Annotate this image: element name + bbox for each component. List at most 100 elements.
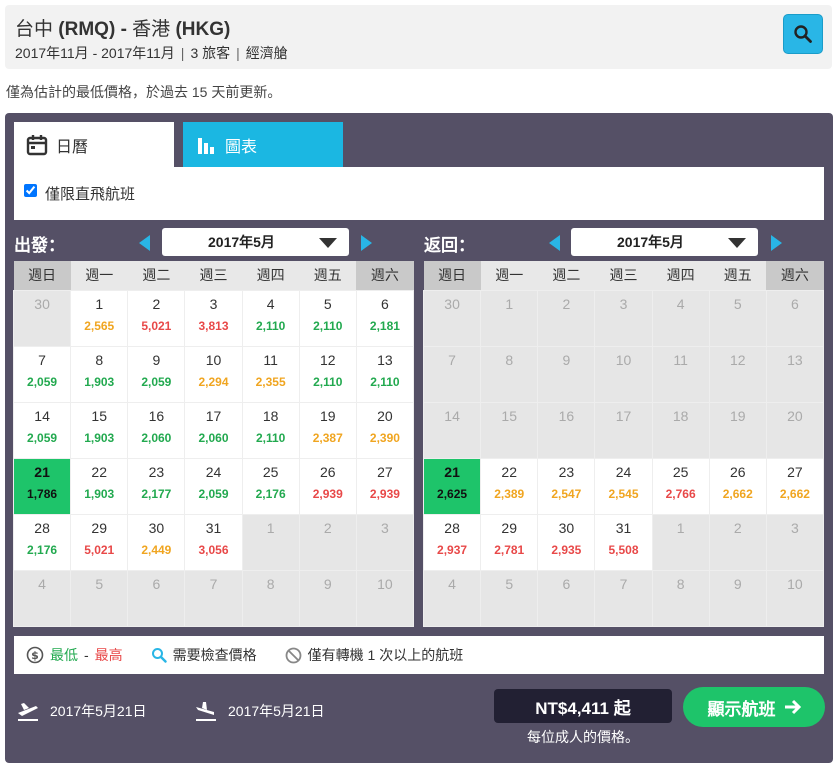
calendar-day[interactable]: 15 1,903 bbox=[70, 401, 129, 459]
depart-next-month-icon[interactable] bbox=[361, 235, 372, 251]
day-price: 2,059 bbox=[27, 374, 58, 389]
day-price: 2,662 bbox=[779, 486, 810, 501]
calendar-day[interactable]: 8 1,903 bbox=[70, 345, 129, 403]
calendar-day[interactable]: 26 2,939 bbox=[298, 457, 357, 515]
calendar-day[interactable]: 25 2,766 bbox=[651, 457, 710, 515]
calendar-day[interactable]: 30 2,449 bbox=[127, 513, 186, 571]
legend-low: 最低 bbox=[50, 647, 78, 663]
calendar-day[interactable]: 27 2,662 bbox=[765, 457, 825, 515]
calendar-day[interactable]: 7 2,059 bbox=[12, 345, 72, 403]
calendar-day[interactable]: 12 2,110 bbox=[298, 345, 357, 403]
day-price: 2,176 bbox=[255, 486, 286, 501]
calendar-day[interactable]: 31 3,056 bbox=[184, 513, 243, 571]
direct-only-checkbox[interactable] bbox=[24, 184, 37, 197]
day-number: 7 bbox=[448, 351, 456, 368]
calendar-day: 14 bbox=[422, 401, 482, 459]
calendar-day[interactable]: 10 2,294 bbox=[184, 345, 243, 403]
calendar-day[interactable]: 23 2,177 bbox=[127, 457, 186, 515]
calendar-day[interactable]: 25 2,176 bbox=[241, 457, 300, 515]
calendar-day: 12 bbox=[708, 345, 767, 403]
calendar-day[interactable]: 24 2,545 bbox=[594, 457, 653, 515]
price-per-adult-note: 每位成人的價格。 bbox=[527, 729, 639, 745]
calendar-day: 17 bbox=[594, 401, 653, 459]
day-number: 3 bbox=[209, 295, 218, 312]
calendar-day[interactable]: 2 5,021 bbox=[127, 289, 186, 347]
day-price: 2,294 bbox=[198, 374, 229, 389]
day-price: 3,056 bbox=[198, 542, 229, 557]
day-number: 21 bbox=[444, 463, 460, 480]
calendar-day[interactable]: 1 2,565 bbox=[70, 289, 129, 347]
return-next-month-icon[interactable] bbox=[771, 235, 782, 251]
day-price: 2,059 bbox=[198, 486, 229, 501]
day-number: 26 bbox=[319, 463, 336, 480]
calendar-day[interactable]: 27 2,939 bbox=[355, 457, 415, 515]
calendar-day: 7 bbox=[594, 569, 653, 627]
day-number: 1 bbox=[505, 295, 514, 312]
calendar-day[interactable]: 21 2,625 bbox=[422, 457, 482, 515]
day-price: 2,181 bbox=[369, 318, 400, 333]
calendar-day: 4 bbox=[651, 289, 710, 347]
calendar-day[interactable]: 22 2,389 bbox=[480, 457, 539, 515]
calendar-day[interactable]: 4 2,110 bbox=[241, 289, 300, 347]
tab-calendar[interactable]: 日曆 bbox=[14, 122, 174, 167]
day-number: 6 bbox=[152, 575, 161, 592]
route-header: 台中 (RMQ) - 香港 (HKG) 2017年11月 - 2017年11月 |… bbox=[5, 5, 832, 69]
day-number: 6 bbox=[791, 295, 799, 312]
calendar-day: 20 bbox=[765, 401, 825, 459]
calendar-day[interactable]: 5 2,110 bbox=[298, 289, 357, 347]
calendar-day[interactable]: 9 2,059 bbox=[127, 345, 186, 403]
return-month-select[interactable]: 2017年5月 bbox=[571, 228, 758, 256]
day-number: 2 bbox=[152, 295, 161, 312]
calendar-day[interactable]: 26 2,662 bbox=[708, 457, 767, 515]
calendar-day[interactable]: 31 5,508 bbox=[594, 513, 653, 571]
day-number: 30 bbox=[558, 519, 575, 536]
calendar-day[interactable]: 29 2,781 bbox=[480, 513, 539, 571]
day-price: 2,390 bbox=[369, 430, 400, 445]
calendar-day[interactable]: 3 3,813 bbox=[184, 289, 243, 347]
calendar-day[interactable]: 29 5,021 bbox=[70, 513, 129, 571]
day-number: 9 bbox=[323, 575, 332, 592]
depart-prev-month-icon[interactable] bbox=[139, 235, 150, 251]
search-button[interactable] bbox=[783, 14, 823, 54]
day-number: 25 bbox=[672, 463, 689, 480]
day-number: 4 bbox=[266, 295, 275, 312]
summary-depart-date: 2017年5月21日 bbox=[50, 703, 147, 719]
calendar-week-row: 7 8 9 10 11 12 13 bbox=[422, 345, 825, 403]
calendar-day[interactable]: 23 2,547 bbox=[537, 457, 596, 515]
calendar-week-row: 21 2,625 22 2,389 23 2,547 24 2,545 25 2,766 26 2,6… bbox=[422, 457, 825, 515]
day-price: 2,355 bbox=[255, 374, 286, 389]
calendar-day[interactable]: 18 2,110 bbox=[241, 401, 300, 459]
day-price: 2,939 bbox=[369, 486, 400, 501]
calendar-day[interactable]: 28 2,176 bbox=[12, 513, 72, 571]
day-number: 14 bbox=[34, 407, 50, 424]
calendar-week-row: 28 2,937 29 2,781 30 2,935 31 5,508 1 2 3 bbox=[422, 513, 825, 571]
calendar-day[interactable]: 21 1,786 bbox=[12, 457, 72, 515]
tab-chart[interactable]: 圖表 bbox=[183, 122, 343, 167]
calendar-day[interactable]: 14 2,059 bbox=[12, 401, 72, 459]
show-flights-button[interactable]: 顯示航班 bbox=[683, 687, 825, 727]
day-number: 29 bbox=[501, 519, 517, 536]
day-number: 11 bbox=[673, 351, 688, 368]
calendar-day[interactable]: 19 2,387 bbox=[298, 401, 357, 459]
calendar-day[interactable]: 24 2,059 bbox=[184, 457, 243, 515]
calendar-day[interactable]: 30 2,935 bbox=[537, 513, 596, 571]
day-price: 2,547 bbox=[551, 486, 582, 501]
calendar-day[interactable]: 11 2,355 bbox=[241, 345, 300, 403]
calendar-day[interactable]: 22 1,903 bbox=[70, 457, 129, 515]
day-price: 2,387 bbox=[312, 430, 343, 445]
calendar-day[interactable]: 6 2,181 bbox=[355, 289, 415, 347]
day-price: 2,059 bbox=[27, 430, 58, 445]
calendar-day[interactable]: 16 2,060 bbox=[127, 401, 186, 459]
day-number: 8 bbox=[95, 351, 104, 368]
day-number: 17 bbox=[205, 407, 222, 424]
day-number: 30 bbox=[148, 519, 165, 536]
legend-high: 最高 bbox=[94, 647, 123, 663]
calendar-day[interactable]: 28 2,937 bbox=[422, 513, 482, 571]
depart-month-select[interactable]: 2017年5月 bbox=[162, 228, 349, 256]
calendar-day[interactable]: 20 2,390 bbox=[355, 401, 415, 459]
weekday-header: 週三 bbox=[594, 261, 653, 290]
calendar-day[interactable]: 17 2,060 bbox=[184, 401, 243, 459]
return-prev-month-icon[interactable] bbox=[549, 235, 560, 251]
calendar-day: 3 bbox=[765, 513, 825, 571]
calendar-day[interactable]: 13 2,110 bbox=[355, 345, 415, 403]
